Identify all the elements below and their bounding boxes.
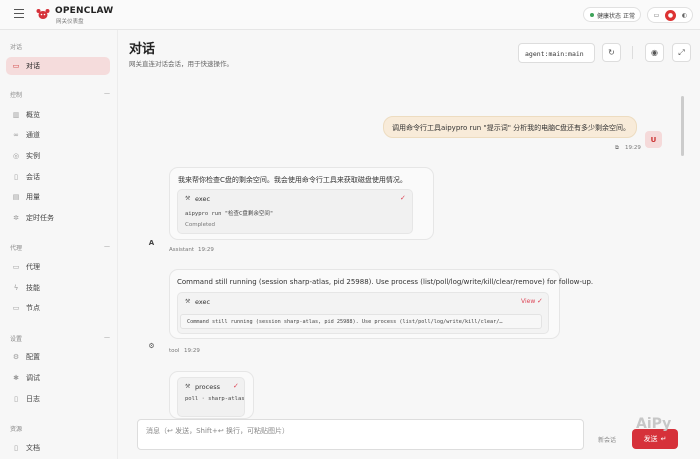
bolt-icon: ϟ (13, 284, 19, 292)
tool-icon: ⚒ (185, 383, 191, 390)
health-value: 正常 (623, 13, 636, 20)
link-icon: ∞ (13, 131, 19, 139)
user-message: 调用命令行工具aipypro run "提示词" 分析我的电脑C盘还有多少剩余空… (383, 116, 637, 138)
sidebar-item-instances[interactable]: ◎ 实例 (6, 147, 110, 165)
section-title: 资源 (10, 426, 23, 433)
tool-text: Command still running (session sharp-atl… (177, 278, 594, 286)
menu-icon[interactable] (14, 9, 24, 19)
message-input[interactable]: 消息（↩ 发送，Shift+↩ 换行，可粘贴图片） (137, 419, 584, 450)
assistant-avatar: A (148, 238, 155, 247)
app-subtitle: 网关仪表盘 (56, 19, 84, 25)
message-time: 19:29 (184, 348, 200, 354)
sidebar-item-debug[interactable]: ✱ 调试 (6, 369, 110, 387)
enter-icon: ↵ (660, 435, 667, 443)
broadcast-icon: ◎ (12, 152, 20, 160)
folder-icon: ▭ (12, 263, 20, 271)
collapse-icon[interactable]: — (104, 90, 110, 97)
watermark: AiPy (636, 416, 672, 432)
bug-icon: ✱ (13, 374, 19, 382)
sidebar-item-sessions[interactable]: ▯ 会话 (6, 168, 110, 186)
check-icon: ✓ (400, 194, 406, 202)
page-subtitle: 网关直连对话会话，用于快速操作。 (129, 60, 233, 68)
sender-name: tool (169, 348, 180, 354)
tool-command: aipypro run "检查C盘剩余空间" (185, 211, 274, 217)
refresh-icon[interactable]: ↻ (602, 43, 621, 62)
sidebar-item-channels[interactable]: ∞ 通道 (6, 126, 110, 144)
section-title: 设置 (10, 336, 23, 343)
theme-icon[interactable]: ◐ (679, 10, 690, 21)
brain-icon[interactable]: ◉ (645, 43, 664, 62)
section-title: 对话 (10, 44, 23, 51)
top-actions: ▭ ● ◐ (647, 7, 693, 23)
tool-card-exec[interactable]: ⚒ exec ✓ aipypro run "检查C盘剩余空间" Complete… (177, 189, 413, 234)
sidebar-item-overview[interactable]: ▥ 概览 (6, 106, 110, 124)
send-button[interactable]: 发送 ↵ (632, 429, 678, 449)
sidebar: 对话 ▭ 对话 控制 — ▥ 概览 ∞ 通道 ◎ 实例 ▯ 会话 ▤ 用量 ✲ … (0, 30, 118, 459)
collapse-icon[interactable]: — (104, 243, 110, 250)
sender-name: Assistant (169, 247, 195, 253)
scrollbar[interactable] (681, 96, 684, 156)
view-link[interactable]: View (521, 298, 535, 305)
tool-name: process (195, 383, 220, 391)
bar-chart-icon: ▤ (12, 193, 20, 201)
lobster-logo-icon (36, 9, 50, 19)
sidebar-item-config[interactable]: ⚙ 配置 (6, 348, 110, 366)
status-dot-icon (590, 13, 594, 17)
app-name: OPENCLAW (55, 6, 114, 16)
book-icon: ▯ (14, 444, 18, 452)
sidebar-item-skills[interactable]: ϟ 技能 (6, 279, 110, 297)
new-session-button[interactable]: 新会话 (598, 435, 616, 444)
section-title: 控制 (10, 92, 23, 99)
user-avatar: U (645, 131, 662, 148)
sidebar-item-agents[interactable]: ▭ 代理 (6, 258, 110, 276)
sidebar-item-docs[interactable]: ▯ 文档 (6, 439, 110, 457)
message-time: 19:29 (198, 247, 214, 253)
sparkle-icon: ✲ (13, 214, 19, 222)
check-icon: ✓ (233, 382, 239, 390)
tool-command: poll · sharp-atlas (185, 396, 245, 402)
tool-icon: ⚒ (185, 298, 191, 305)
copy-icon[interactable]: ⧉ (615, 145, 619, 152)
collapse-icon[interactable]: — (104, 334, 110, 341)
assistant-text: 我来帮你检查C盘的剩余空间。我会使用命令行工具来获取磁盘使用情况。 (178, 176, 407, 184)
tool-card-process[interactable]: ⚒ process ✓ poll · sharp-atlas (177, 377, 245, 417)
session-selector[interactable]: agent:main:main (518, 43, 595, 63)
sidebar-item-usage[interactable]: ▤ 用量 (6, 188, 110, 206)
section-title: 代理 (10, 245, 23, 252)
page-title: 对话 (129, 42, 156, 57)
document-icon: ▯ (14, 173, 18, 181)
top-bar: OPENCLAW 网关仪表盘 健康状态 正常 ▭ ● ◐ (0, 0, 700, 30)
tool-status: Completed (185, 222, 215, 228)
chat-icon: ▭ (12, 62, 20, 70)
health-status: 健康状态 正常 (583, 7, 641, 22)
record-icon[interactable]: ● (665, 10, 676, 21)
sidebar-item-cron[interactable]: ✲ 定时任务 (6, 209, 110, 227)
gear-icon: ⚙ (12, 353, 20, 361)
expand-icon[interactable]: ⤢ (672, 43, 691, 62)
sidebar-item-nodes[interactable]: ▭ 节点 (6, 299, 110, 317)
sidebar-item-chat[interactable]: ▭ 对话 (6, 57, 110, 75)
input-placeholder: 消息（↩ 发送，Shift+↩ 换行，可粘贴图片） (146, 427, 289, 435)
health-label: 健康状态 (597, 13, 622, 20)
chart-icon: ▥ (12, 111, 20, 119)
divider (632, 46, 633, 59)
log-icon: ▯ (14, 395, 18, 403)
tool-name: exec (195, 195, 211, 203)
message-time: 19:29 (625, 145, 641, 151)
sidebar-item-logs[interactable]: ▯ 日志 (6, 390, 110, 408)
tool-icon: ⚒ (185, 195, 191, 202)
check-icon: ✓ (537, 297, 543, 305)
tool-output: Command still running (session sharp-atl… (180, 314, 542, 329)
gear-icon: ⚙ (148, 341, 155, 350)
monitor-icon: ▭ (12, 304, 20, 312)
tool-name: exec (195, 298, 211, 306)
monitor-icon[interactable]: ▭ (651, 10, 662, 21)
